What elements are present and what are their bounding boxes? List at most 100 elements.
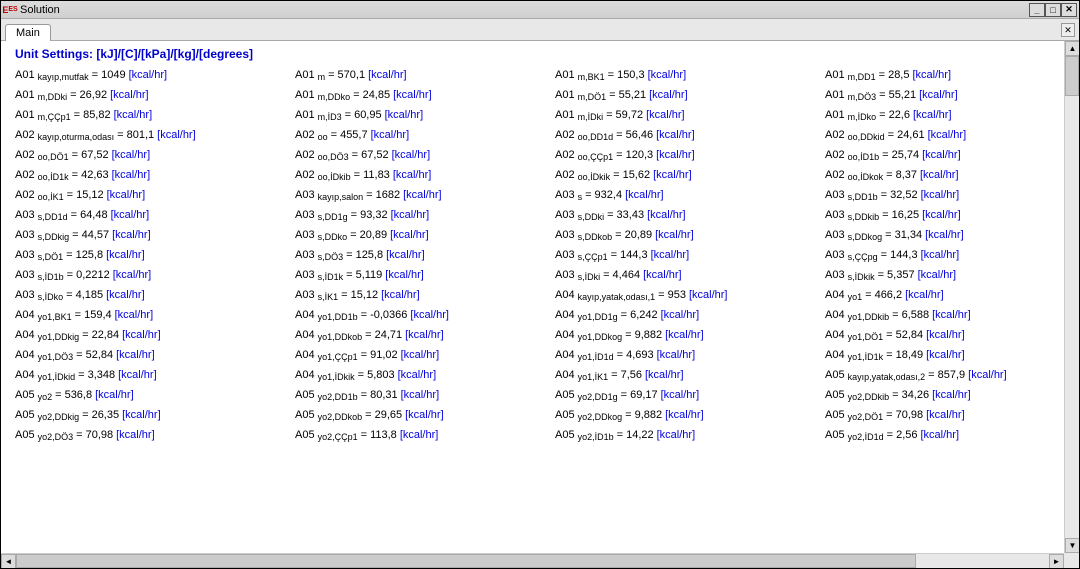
unit-link[interactable]: [kcal/hr]: [651, 249, 690, 261]
unit-link[interactable]: [kcal/hr]: [403, 189, 442, 201]
horizontal-scroll-track[interactable]: [916, 554, 1049, 568]
unit-link[interactable]: [kcal/hr]: [385, 269, 424, 281]
unit-link[interactable]: [kcal/hr]: [122, 409, 161, 421]
unit-link[interactable]: [kcal/hr]: [398, 369, 437, 381]
unit-link[interactable]: [kcal/hr]: [106, 289, 145, 301]
tab-close-button[interactable]: ✕: [1061, 23, 1075, 37]
var-subscript: yo1,ÇÇp1: [318, 352, 358, 362]
unit-link[interactable]: [kcal/hr]: [920, 169, 959, 181]
horizontal-scrollbar[interactable]: ◄ ►: [1, 553, 1064, 568]
unit-link[interactable]: [kcal/hr]: [401, 389, 440, 401]
unit-link[interactable]: [kcal/hr]: [905, 289, 944, 301]
unit-link[interactable]: [kcal/hr]: [661, 309, 700, 321]
scroll-up-button[interactable]: ▲: [1065, 41, 1079, 56]
unit-link[interactable]: [kcal/hr]: [925, 229, 964, 241]
unit-link[interactable]: [kcal/hr]: [625, 189, 664, 201]
unit-link[interactable]: [kcal/hr]: [393, 169, 432, 181]
unit-link[interactable]: [kcal/hr]: [391, 209, 430, 221]
equals: = 67,52: [352, 149, 389, 161]
var-base: A03: [555, 209, 575, 221]
horizontal-scroll-thumb[interactable]: [16, 554, 916, 568]
unit-link[interactable]: [kcal/hr]: [393, 89, 432, 101]
unit-link[interactable]: [kcal/hr]: [113, 269, 152, 281]
unit-link[interactable]: [kcal/hr]: [381, 289, 420, 301]
var-base: A04: [15, 329, 35, 341]
unit-link[interactable]: [kcal/hr]: [657, 349, 696, 361]
unit-link[interactable]: [kcal/hr]: [390, 229, 429, 241]
vertical-scrollbar[interactable]: ▲ ▼: [1064, 41, 1079, 553]
unit-settings[interactable]: Unit Settings: [kJ]/[C]/[kPa]/[kg]/[degr…: [15, 47, 1060, 61]
unit-link[interactable]: [kcal/hr]: [655, 229, 694, 241]
close-button[interactable]: ✕: [1061, 3, 1077, 17]
unit-link[interactable]: [kcal/hr]: [653, 169, 692, 181]
vertical-scroll-thumb[interactable]: [1065, 56, 1079, 96]
unit-link[interactable]: [kcal/hr]: [926, 349, 965, 361]
unit-link[interactable]: [kcal/hr]: [112, 149, 151, 161]
unit-link[interactable]: [kcal/hr]: [912, 69, 951, 81]
unit-link[interactable]: [kcal/hr]: [385, 109, 424, 121]
unit-link[interactable]: [kcal/hr]: [643, 269, 682, 281]
unit-link[interactable]: [kcal/hr]: [368, 69, 407, 81]
var-subscript: yo1,DD1g: [578, 312, 618, 322]
unit-link[interactable]: [kcal/hr]: [400, 429, 439, 441]
tab-main[interactable]: Main: [5, 24, 51, 41]
unit-link[interactable]: [kcal/hr]: [106, 249, 145, 261]
unit-link[interactable]: [kcal/hr]: [115, 309, 154, 321]
unit-link[interactable]: [kcal/hr]: [112, 169, 151, 181]
unit-link[interactable]: [kcal/hr]: [649, 89, 688, 101]
unit-link[interactable]: [kcal/hr]: [95, 389, 134, 401]
vertical-scroll-track[interactable]: [1065, 96, 1079, 538]
unit-link[interactable]: [kcal/hr]: [648, 69, 687, 81]
scroll-down-button[interactable]: ▼: [1065, 538, 1079, 553]
unit-link[interactable]: [kcal/hr]: [665, 409, 704, 421]
unit-link[interactable]: [kcal/hr]: [114, 109, 153, 121]
unit-link[interactable]: [kcal/hr]: [129, 69, 168, 81]
unit-link[interactable]: [kcal/hr]: [919, 89, 958, 101]
unit-link[interactable]: [kcal/hr]: [689, 289, 728, 301]
unit-link[interactable]: [kcal/hr]: [922, 149, 961, 161]
unit-link[interactable]: [kcal/hr]: [656, 129, 695, 141]
unit-link[interactable]: [kcal/hr]: [116, 349, 155, 361]
unit-link[interactable]: [kcal/hr]: [112, 229, 151, 241]
scroll-left-button[interactable]: ◄: [1, 554, 16, 568]
unit-link[interactable]: [kcal/hr]: [371, 129, 410, 141]
unit-link[interactable]: [kcal/hr]: [913, 109, 952, 121]
unit-link[interactable]: [kcal/hr]: [118, 369, 157, 381]
unit-link[interactable]: [kcal/hr]: [661, 389, 700, 401]
unit-link[interactable]: [kcal/hr]: [410, 309, 449, 321]
unit-link[interactable]: [kcal/hr]: [386, 249, 425, 261]
unit-link[interactable]: [kcal/hr]: [928, 129, 967, 141]
unit-link[interactable]: [kcal/hr]: [646, 109, 685, 121]
unit-link[interactable]: [kcal/hr]: [921, 249, 960, 261]
unit-link[interactable]: [kcal/hr]: [665, 329, 704, 341]
maximize-button[interactable]: □: [1045, 3, 1061, 17]
unit-link[interactable]: [kcal/hr]: [921, 189, 960, 201]
unit-link[interactable]: [kcal/hr]: [392, 149, 431, 161]
unit-link[interactable]: [kcal/hr]: [922, 209, 961, 221]
scroll-right-button[interactable]: ►: [1049, 554, 1064, 568]
unit-link[interactable]: [kcal/hr]: [932, 389, 971, 401]
unit-link[interactable]: [kcal/hr]: [921, 429, 960, 441]
unit-link[interactable]: [kcal/hr]: [926, 409, 965, 421]
equals: = 9,882: [625, 329, 662, 341]
unit-link[interactable]: [kcal/hr]: [656, 149, 695, 161]
unit-link[interactable]: [kcal/hr]: [122, 329, 161, 341]
minimize-button[interactable]: _: [1029, 3, 1045, 17]
unit-link[interactable]: [kcal/hr]: [926, 329, 965, 341]
unit-link[interactable]: [kcal/hr]: [405, 329, 444, 341]
unit-link[interactable]: [kcal/hr]: [932, 309, 971, 321]
unit-link[interactable]: [kcal/hr]: [157, 129, 196, 141]
unit-link[interactable]: [kcal/hr]: [111, 209, 150, 221]
var-base: A05: [295, 389, 315, 401]
unit-link[interactable]: [kcal/hr]: [116, 429, 155, 441]
unit-link[interactable]: [kcal/hr]: [918, 269, 957, 281]
unit-link[interactable]: [kcal/hr]: [107, 189, 146, 201]
unit-link[interactable]: [kcal/hr]: [968, 369, 1007, 381]
unit-link[interactable]: [kcal/hr]: [405, 409, 444, 421]
unit-link[interactable]: [kcal/hr]: [401, 349, 440, 361]
equals: = 1049: [92, 69, 126, 81]
unit-link[interactable]: [kcal/hr]: [110, 89, 149, 101]
unit-link[interactable]: [kcal/hr]: [645, 369, 684, 381]
unit-link[interactable]: [kcal/hr]: [657, 429, 696, 441]
unit-link[interactable]: [kcal/hr]: [647, 209, 686, 221]
